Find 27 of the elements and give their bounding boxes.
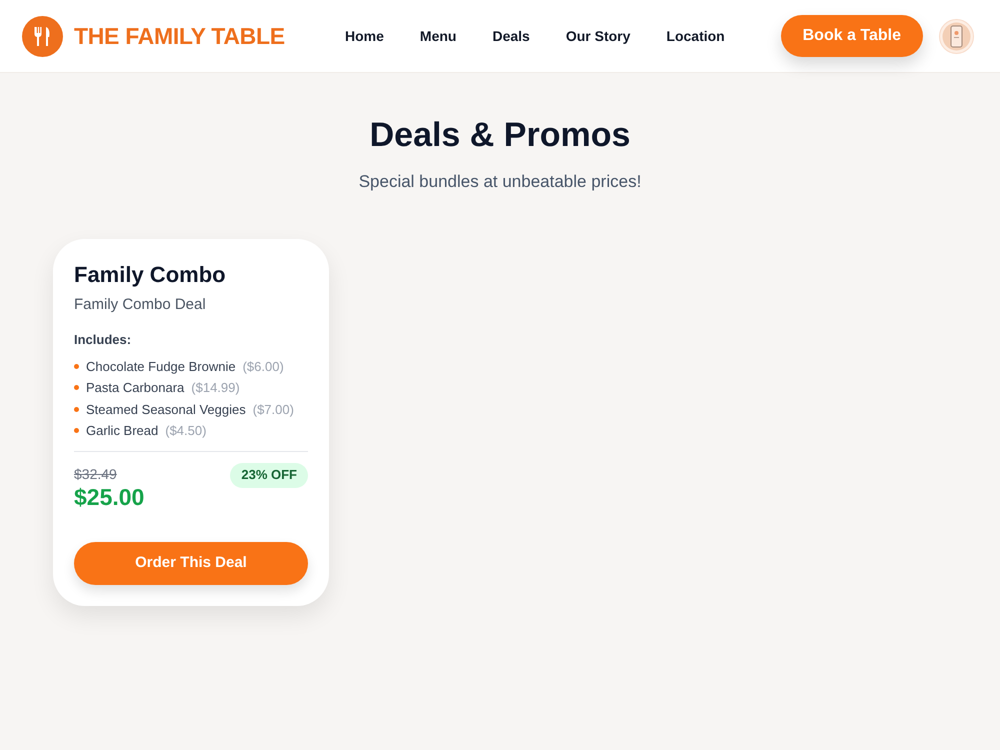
deal-price: $25.00 <box>74 482 144 510</box>
bullet-dot-icon <box>74 428 79 434</box>
original-price: $32.49 <box>74 464 118 482</box>
included-item-name: Garlic Bread <box>86 422 158 440</box>
included-item-name: Chocolate Fudge Brownie <box>86 358 236 376</box>
bullet-dot-icon <box>74 385 79 390</box>
deal-description: Family Combo Deal <box>74 294 207 314</box>
page-subtitle: Special bundles at unbeatable prices! <box>358 171 642 193</box>
nav-link[interactable]: Menu <box>420 26 456 46</box>
included-item-price: ($6.00) <box>242 358 284 376</box>
included-item-name: Steamed Seasonal Veggies <box>86 400 246 419</box>
nav-link[interactable]: Home <box>345 26 384 46</box>
included-item-price: ($4.50) <box>165 422 206 440</box>
nav-link[interactable]: Location <box>666 26 725 46</box>
phone-avatar-icon[interactable] <box>939 18 974 54</box>
fork-knife-logo-icon <box>22 16 63 56</box>
included-item-name: Pasta Carbonara <box>86 379 184 397</box>
bullet-dot-icon <box>74 406 79 412</box>
included-item-price: ($14.99) <box>191 379 240 397</box>
page-title: Deals & Promos <box>368 115 632 155</box>
nav-link[interactable]: Deals <box>492 26 530 46</box>
bullet-dot-icon <box>74 364 79 369</box>
nav-link[interactable]: Our Story <box>566 26 630 46</box>
deal-title: Family Combo <box>74 260 227 288</box>
discount-badge: 23% OFF <box>230 462 308 488</box>
includes-label: Includes: <box>74 331 132 349</box>
included-item-price: ($7.00) <box>252 400 294 419</box>
